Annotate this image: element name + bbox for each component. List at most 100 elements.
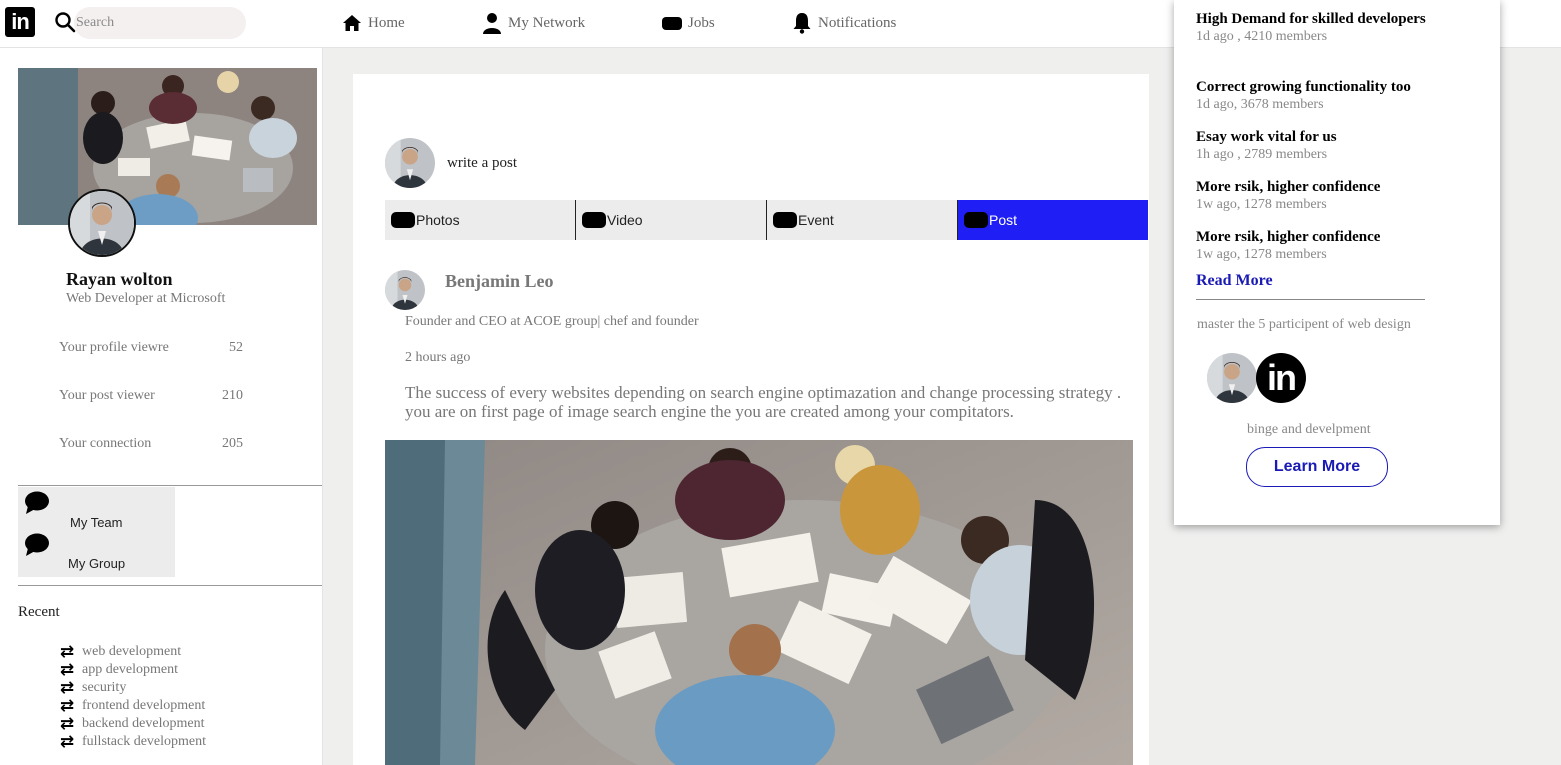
chat-bubble-icon	[25, 533, 49, 556]
video-label: Video	[607, 212, 643, 228]
event-button[interactable]: Event	[766, 200, 957, 240]
news-meta: 1w ago, 1278 members	[1196, 197, 1327, 212]
recent-item-label: backend development	[82, 716, 205, 731]
stat-value: 52	[229, 340, 243, 355]
profile-title: Web Developer at Microsoft	[66, 291, 226, 306]
post-author-name[interactable]: Benjamin Leo	[445, 271, 554, 292]
chat-bubble-icon	[25, 491, 49, 514]
recent-item-label: fullstack development	[82, 734, 207, 749]
stat-label: Your connection	[59, 436, 152, 451]
stat-connections[interactable]: Your connection 205	[59, 436, 243, 452]
nav-home-label: Home	[368, 14, 405, 31]
stat-label: Your post viewer	[59, 388, 155, 403]
nav-home[interactable]: Home	[342, 11, 405, 35]
profile-cover-image	[18, 68, 317, 225]
stat-label: Your profile viewre	[59, 340, 169, 355]
news-title: More rsik, higher confidence	[1196, 179, 1381, 195]
recent-item-label: frontend development	[82, 698, 206, 713]
recent-item[interactable]: ⇄ fullstack development	[58, 733, 206, 751]
recent-heading: Recent	[18, 604, 60, 620]
sync-icon: ⇄	[59, 642, 75, 662]
news-panel: High Demand for skilled developers 1d ag…	[1174, 0, 1500, 525]
home-icon	[343, 15, 361, 31]
profile-sidebar: Rayan wolton Web Developer at Microsoft …	[0, 48, 323, 765]
news-title: High Demand for skilled developers	[1196, 11, 1426, 27]
post-image[interactable]	[385, 440, 1133, 765]
news-item[interactable]: More rsik, higher confidence 1w ago, 127…	[1196, 178, 1456, 214]
recent-item[interactable]: ⇄ frontend development	[58, 697, 206, 715]
feed: write a post Photos Video Event Post Ben…	[353, 74, 1149, 765]
event-label: Event	[798, 212, 834, 228]
group-label: My Group	[68, 556, 126, 571]
recent-item[interactable]: ⇄ security	[58, 679, 206, 697]
stat-post-views[interactable]: Your post viewer 210	[59, 388, 243, 404]
bell-icon	[793, 13, 811, 34]
video-button[interactable]: Video	[575, 200, 766, 240]
news-meta: 1h ago , 2789 members	[1196, 147, 1328, 162]
person-icon	[483, 13, 501, 34]
recent-item-label: app development	[82, 662, 179, 677]
read-more-link[interactable]: Read More	[1196, 272, 1273, 290]
post-author-role: Founder and CEO at ACOE group| chef and …	[405, 314, 699, 329]
group-my-group[interactable]: My Group	[18, 529, 175, 571]
recent-item[interactable]: ⇄ web development	[58, 643, 206, 661]
photos-label: Photos	[416, 212, 460, 228]
news-item[interactable]: Correct growing functionality too 1d ago…	[1196, 78, 1456, 114]
photo-icon	[391, 212, 415, 228]
sync-icon: ⇄	[59, 714, 75, 734]
group-my-team[interactable]: My Team	[18, 487, 175, 530]
event-icon	[773, 212, 797, 228]
profile-name[interactable]: Rayan wolton	[66, 269, 173, 290]
sync-icon: ⇄	[59, 678, 75, 698]
nav-my-network-label: My Network	[508, 14, 586, 31]
news-item[interactable]: Esay work vital for us 1h ago , 2789 mem…	[1196, 128, 1456, 164]
post-author-avatar[interactable]	[385, 270, 425, 310]
recent-item[interactable]: ⇄ backend development	[58, 715, 206, 733]
post-label: Post	[989, 212, 1018, 228]
nav-notifications[interactable]: Notifications	[792, 11, 896, 35]
search-input[interactable]	[74, 7, 246, 39]
post-button[interactable]: Post	[957, 200, 1148, 240]
divider	[1196, 299, 1425, 300]
news-meta: 1d ago, 3678 members	[1196, 97, 1324, 112]
sync-icon: ⇄	[59, 732, 75, 752]
briefcase-icon	[662, 17, 682, 30]
sync-icon: ⇄	[59, 696, 75, 716]
recent-item-label: security	[82, 680, 127, 695]
sync-icon: ⇄	[59, 660, 75, 680]
recent-item-label: web development	[82, 644, 182, 659]
nav-jobs-label: Jobs	[688, 14, 715, 31]
search-bar	[54, 7, 246, 39]
learn-more-button[interactable]: Learn More	[1246, 447, 1388, 487]
nav-my-network[interactable]: My Network	[482, 11, 585, 35]
divider	[18, 485, 322, 486]
promo-subtitle: binge and develpment	[1247, 422, 1371, 437]
groups-box: My Team My Group	[18, 487, 175, 577]
divider	[18, 585, 322, 586]
linkedin-logo: in	[1256, 353, 1306, 403]
news-meta: 1w ago, 1278 members	[1196, 247, 1327, 262]
stat-profile-views[interactable]: Your profile viewre 52	[59, 340, 243, 356]
post-timestamp: 2 hours ago	[405, 350, 471, 365]
promo-avatar	[1207, 353, 1257, 403]
promo-text: master the 5 participent of web design	[1197, 317, 1411, 332]
nav-notifications-label: Notifications	[818, 14, 897, 31]
linkedin-logo[interactable]: in	[5, 7, 35, 37]
news-title: Correct growing functionality too	[1196, 79, 1411, 95]
stat-value: 210	[222, 388, 243, 403]
search-icon[interactable]	[54, 11, 76, 33]
composer-actions: Photos Video Event Post	[385, 200, 1148, 240]
post-icon	[964, 212, 988, 228]
group-label: My Team	[70, 515, 123, 530]
video-icon	[582, 212, 606, 228]
profile-avatar[interactable]	[68, 189, 136, 257]
nav-jobs[interactable]: Jobs	[662, 11, 715, 35]
write-post-input[interactable]: write a post	[447, 155, 517, 172]
post-body: The success of every websites depending …	[405, 383, 1122, 421]
news-item[interactable]: More rsik, higher confidence 1w ago, 127…	[1196, 228, 1456, 264]
photos-button[interactable]: Photos	[385, 200, 575, 240]
composer-avatar	[385, 138, 435, 188]
news-item[interactable]: High Demand for skilled developers 1d ag…	[1196, 10, 1456, 46]
news-title: More rsik, higher confidence	[1196, 229, 1381, 245]
recent-item[interactable]: ⇄ app development	[58, 661, 206, 679]
